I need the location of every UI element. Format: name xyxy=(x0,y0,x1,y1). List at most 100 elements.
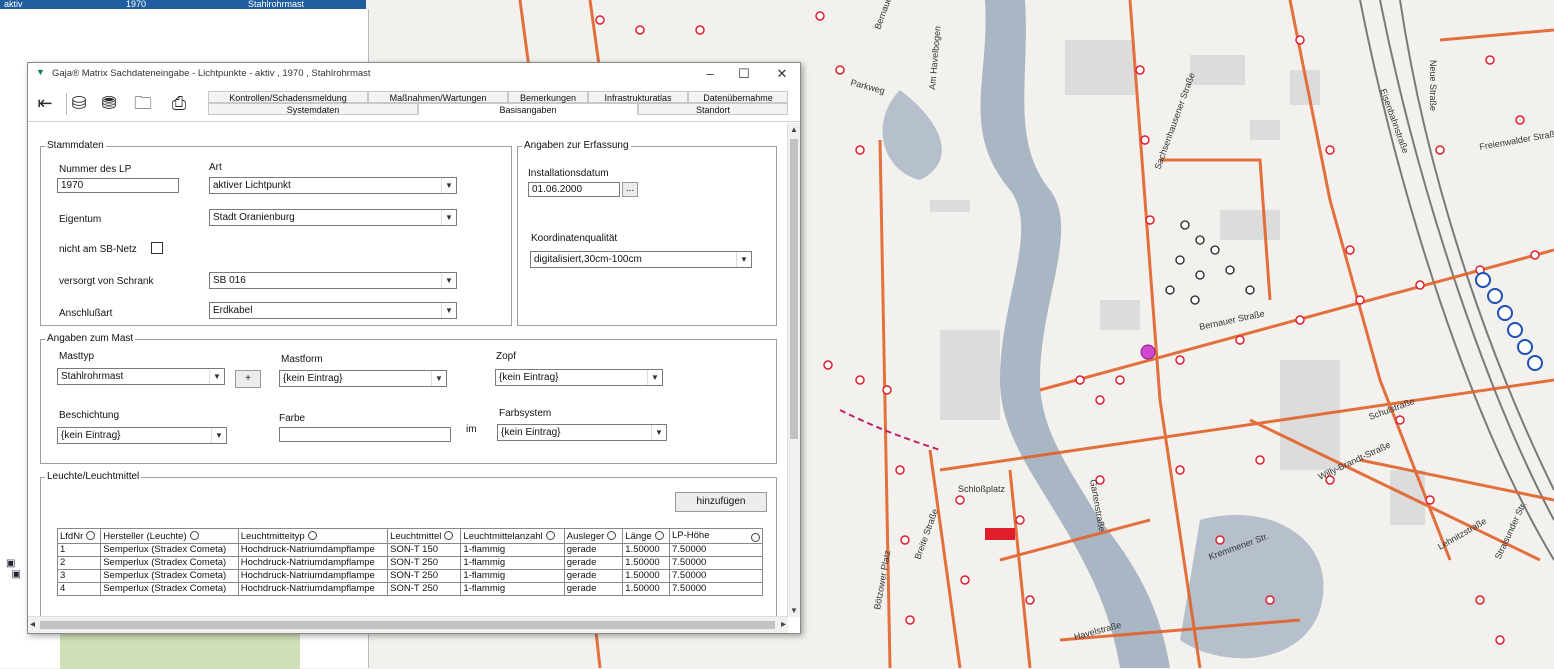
chevron-down-icon[interactable]: ▼ xyxy=(441,210,456,225)
cell-lphoehe[interactable]: 7.50000 xyxy=(669,582,763,596)
cell-anzahl[interactable]: 1-flammig xyxy=(460,543,565,557)
table-row[interactable]: 1 Semperlux (Stradex Cometa) Hochdruck-N… xyxy=(56,543,763,557)
chevron-down-icon[interactable]: ▼ xyxy=(211,428,226,443)
title-bar[interactable]: ▼ Gaja® Matrix Sachdateneingabe - Lichtp… xyxy=(28,63,800,85)
cell-ausleger[interactable]: gerade xyxy=(563,569,624,583)
add-leuchte-button[interactable]: hinzufügen xyxy=(675,492,767,512)
col-laenge[interactable]: Länge xyxy=(622,528,670,544)
scroll-down-icon[interactable]: ▼ xyxy=(788,606,800,615)
col-leuchtmitteltyp[interactable]: Leuchtmitteltyp xyxy=(237,528,389,544)
cell-lfdnr[interactable]: 2 xyxy=(56,556,102,570)
cell-hersteller[interactable]: Semperlux (Stradex Cometa) xyxy=(100,556,239,570)
overview-map-thumbnail[interactable] xyxy=(60,632,300,669)
scroll-up-icon[interactable]: ▲ xyxy=(788,125,800,134)
farbsystem-select[interactable]: {kein Eintrag} ▼ xyxy=(497,424,667,441)
col-leuchtmittelanzahl[interactable]: Leuchtmittelanzahl xyxy=(460,528,565,544)
col-lfdnr[interactable]: LfdNr xyxy=(56,528,102,544)
table-row[interactable]: 4 Semperlux (Stradex Cometa) Hochdruck-N… xyxy=(56,582,763,596)
scroll-right-icon[interactable]: ▸ xyxy=(781,619,786,630)
side-node-icon[interactable]: ▣ ▣ xyxy=(6,558,21,580)
tab-basisangaben[interactable]: Basisangaben xyxy=(418,103,638,115)
cell-leuchtmittel[interactable]: SON-T 250 xyxy=(387,556,462,570)
cell-lfdnr[interactable]: 1 xyxy=(56,543,102,557)
sort-icon[interactable] xyxy=(751,533,760,542)
chevron-down-icon[interactable]: ▼ xyxy=(647,370,662,385)
exit-icon[interactable]: ⇤ xyxy=(32,91,58,115)
tab-datenuebernahme[interactable]: Datenübernahme xyxy=(688,91,788,103)
minimize-button[interactable]: – xyxy=(696,65,724,83)
tab-bemerkungen[interactable]: Bemerkungen xyxy=(508,91,588,103)
cell-anzahl[interactable]: 1-flammig xyxy=(460,556,565,570)
folder-icon[interactable]: 🗀 xyxy=(130,91,156,115)
cell-laenge[interactable]: 1.50000 xyxy=(622,556,670,570)
cell-leuchtmittel[interactable]: SON-T 250 xyxy=(387,569,462,583)
cell-leuchtmitteltyp[interactable]: Hochdruck-Natriumdampflampe xyxy=(237,569,389,583)
table-row[interactable]: 3 Semperlux (Stradex Cometa) Hochdruck-N… xyxy=(56,569,763,583)
add-masttyp-button[interactable]: + xyxy=(235,370,261,388)
cell-hersteller[interactable]: Semperlux (Stradex Cometa) xyxy=(100,543,239,557)
table-row[interactable]: 2 Semperlux (Stradex Cometa) Hochdruck-N… xyxy=(56,556,763,570)
cell-leuchtmitteltyp[interactable]: Hochdruck-Natriumdampflampe xyxy=(237,556,389,570)
nummer-field[interactable] xyxy=(57,178,179,193)
install-date-field[interactable] xyxy=(528,182,620,197)
chevron-down-icon[interactable]: ▼ xyxy=(441,303,456,318)
col-hersteller[interactable]: Hersteller (Leuchte) xyxy=(100,528,239,544)
horizontal-scrollbar[interactable]: ◂ ▸ xyxy=(28,616,788,633)
cell-hersteller[interactable]: Semperlux (Stradex Cometa) xyxy=(100,582,239,596)
col-leuchtmittel[interactable]: Leuchtmittel xyxy=(387,528,462,544)
cell-lphoehe[interactable]: 7.50000 xyxy=(669,569,763,583)
farbe-field[interactable] xyxy=(279,427,451,442)
print-icon[interactable]: ⎙ xyxy=(166,91,192,115)
cell-laenge[interactable]: 1.50000 xyxy=(622,569,670,583)
cell-lphoehe[interactable]: 7.50000 xyxy=(669,556,763,570)
chevron-down-icon[interactable]: ▼ xyxy=(441,273,456,288)
sbnetz-checkbox[interactable] xyxy=(151,242,163,254)
masttyp-select[interactable]: Stahlrohrmast ▼ xyxy=(57,368,225,385)
chevron-down-icon[interactable]: ▼ xyxy=(209,369,224,384)
cell-lfdnr[interactable]: 4 xyxy=(56,582,102,596)
tab-systemdaten[interactable]: Systemdaten xyxy=(208,103,418,115)
cell-anzahl[interactable]: 1-flammig xyxy=(460,569,565,583)
cell-anzahl[interactable]: 1-flammig xyxy=(460,582,565,596)
maximize-button[interactable]: ☐ xyxy=(730,65,758,83)
tab-infrastrukturatlas[interactable]: Infrastrukturatlas xyxy=(588,91,688,103)
cell-lphoehe[interactable]: 7.50000 xyxy=(669,543,763,557)
chevron-down-icon[interactable]: ▼ xyxy=(736,252,751,267)
versorgt-select[interactable]: SB 016 ▼ xyxy=(209,272,457,289)
vertical-scrollbar[interactable]: ▲ ▼ xyxy=(787,123,800,617)
sort-icon[interactable] xyxy=(545,531,555,541)
scroll-thumb[interactable] xyxy=(790,139,798,439)
sort-icon[interactable] xyxy=(86,531,96,541)
cell-lfdnr[interactable]: 3 xyxy=(56,569,102,583)
sort-icon[interactable] xyxy=(189,531,199,541)
cell-laenge[interactable]: 1.50000 xyxy=(622,582,670,596)
cell-ausleger[interactable]: gerade xyxy=(563,556,624,570)
chevron-down-icon[interactable]: ▼ xyxy=(441,178,456,193)
cell-leuchtmitteltyp[interactable]: Hochdruck-Natriumdampflampe xyxy=(237,582,389,596)
art-select[interactable]: aktiver Lichtpunkt ▼ xyxy=(209,177,457,194)
col-lphoehe[interactable]: LP-Höhe xyxy=(669,528,763,544)
cell-hersteller[interactable]: Semperlux (Stradex Cometa) xyxy=(100,569,239,583)
cell-ausleger[interactable]: gerade xyxy=(563,582,624,596)
close-button[interactable]: ✕ xyxy=(768,65,796,83)
col-ausleger[interactable]: Ausleger xyxy=(563,528,624,544)
cell-leuchtmitteltyp[interactable]: Hochdruck-Natriumdampflampe xyxy=(237,543,389,557)
zopf-select[interactable]: {kein Eintrag} ▼ xyxy=(495,369,663,386)
cell-leuchtmittel[interactable]: SON-T 150 xyxy=(387,543,462,557)
sort-icon[interactable] xyxy=(444,531,454,541)
tab-standort[interactable]: Standort xyxy=(638,103,788,115)
database-down-icon[interactable]: ⛃ xyxy=(96,91,122,115)
cell-laenge[interactable]: 1.50000 xyxy=(622,543,670,557)
koord-select[interactable]: digitalisiert,30cm-100cm ▼ xyxy=(530,251,752,268)
chevron-down-icon[interactable]: ▼ xyxy=(651,425,666,440)
mastform-select[interactable]: {kein Eintrag} ▼ xyxy=(279,370,447,387)
date-picker-button[interactable]: ... xyxy=(622,182,638,197)
cell-leuchtmittel[interactable]: SON-T 250 xyxy=(387,582,462,596)
sort-icon[interactable] xyxy=(607,531,617,541)
beschichtung-select[interactable]: {kein Eintrag} ▼ xyxy=(57,427,227,444)
anschluss-select[interactable]: Erdkabel ▼ xyxy=(209,302,457,319)
scroll-left-icon[interactable]: ◂ xyxy=(30,619,35,630)
scroll-thumb[interactable] xyxy=(40,621,775,629)
tab-kontrollen[interactable]: Kontrollen/Schadensmeldung xyxy=(208,91,368,103)
database-up-icon[interactable]: ⛁ xyxy=(66,91,92,115)
